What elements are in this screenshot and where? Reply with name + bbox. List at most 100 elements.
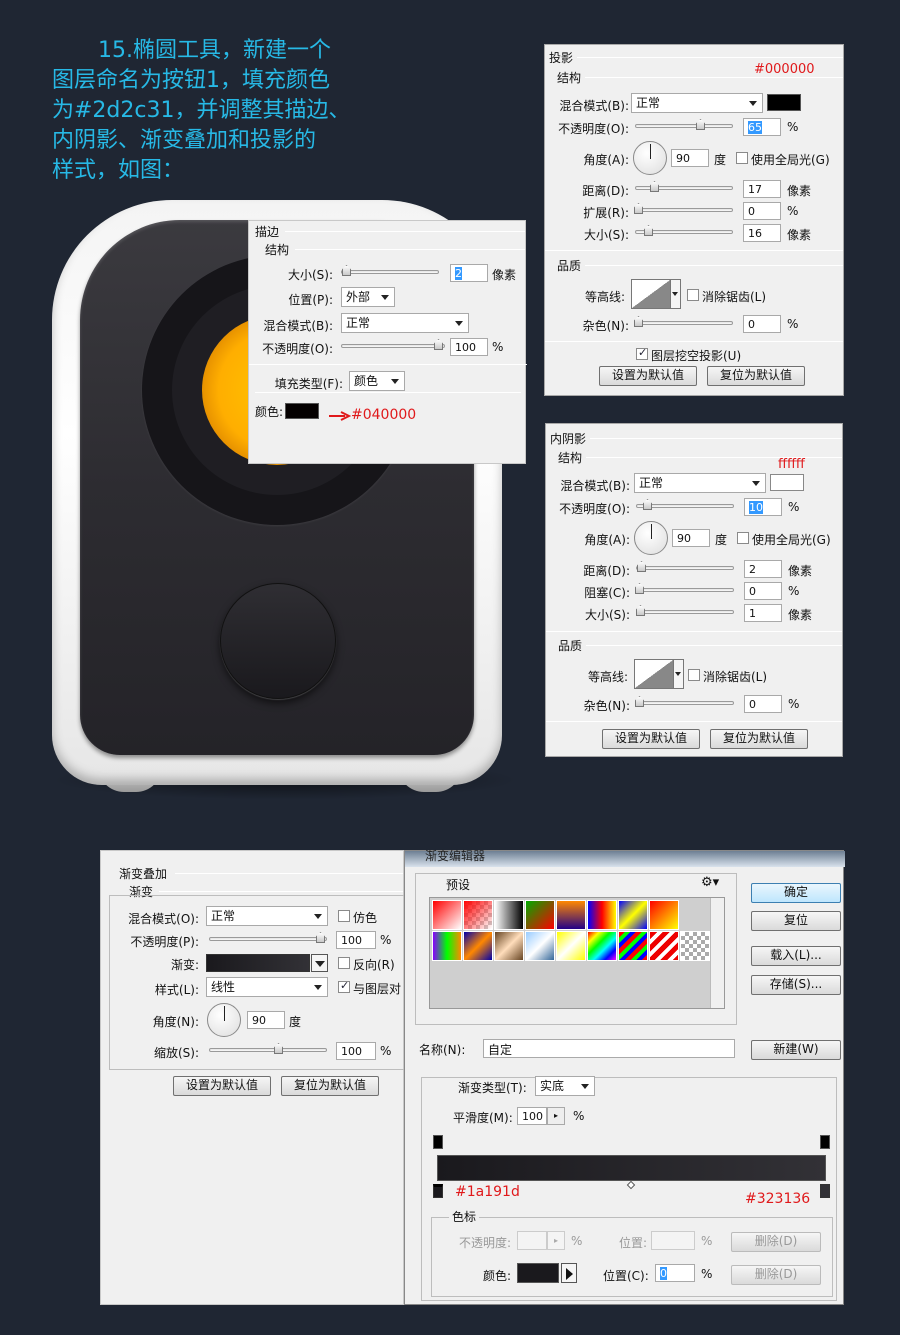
inner-shadow-noise-input[interactable]: 0 <box>744 695 782 713</box>
stroke-blend-select[interactable]: 正常 <box>341 313 469 333</box>
stop-color-location-input[interactable]: 0 <box>655 1264 695 1282</box>
inner-shadow-size-input[interactable]: 1 <box>744 604 782 622</box>
inner-shadow-global-light-checkbox[interactable] <box>737 532 749 544</box>
inner-shadow-blend-select[interactable]: 正常 <box>634 473 766 493</box>
shadow-noise-input[interactable]: 0 <box>743 315 781 333</box>
inner-shadow-size-slider[interactable] <box>636 605 734 616</box>
inner-shadow-reset-default-button[interactable]: 复位为默认值 <box>710 729 808 749</box>
slider-thumb[interactable] <box>342 265 351 276</box>
stroke-size-input[interactable]: 2 <box>450 264 488 282</box>
inner-shadow-opacity-input[interactable]: 10 <box>744 498 782 516</box>
shadow-global-light-checkbox[interactable] <box>736 152 748 164</box>
new-gradient-button[interactable]: 新建(W) <box>751 1040 841 1060</box>
slider-thumb[interactable] <box>643 499 652 510</box>
inner-shadow-distance-input[interactable]: 2 <box>744 560 782 578</box>
slider-thumb[interactable] <box>635 696 644 707</box>
gradient-type-select[interactable]: 实底 <box>535 1076 595 1096</box>
inner-shadow-noise-slider[interactable] <box>635 696 734 707</box>
shadow-color-swatch[interactable] <box>767 94 801 111</box>
shadow-distance-input[interactable]: 17 <box>743 180 781 198</box>
shadow-spread-input[interactable]: 0 <box>743 202 781 220</box>
preset-swatch[interactable] <box>494 931 524 961</box>
inner-shadow-set-default-button[interactable]: 设置为默认值 <box>602 729 700 749</box>
delete-opacity-stop-button[interactable]: 删除(D) <box>731 1232 821 1252</box>
inner-shadow-angle-dial[interactable] <box>634 521 668 555</box>
chevron-right-icon[interactable] <box>561 1263 577 1283</box>
slider-thumb[interactable] <box>650 181 659 192</box>
shadow-angle-dial[interactable] <box>633 141 667 175</box>
slider-thumb[interactable] <box>634 203 643 214</box>
shadow-size-input[interactable]: 16 <box>743 224 781 242</box>
opacity-stop-right[interactable] <box>820 1135 830 1149</box>
preset-swatch[interactable] <box>525 900 555 930</box>
preset-swatch[interactable] <box>432 931 462 961</box>
preset-swatch[interactable] <box>432 900 462 930</box>
gear-icon[interactable]: ⚙▾ <box>701 875 719 890</box>
inner-shadow-distance-slider[interactable] <box>636 561 734 572</box>
save-button[interactable]: 存储(S)... <box>751 975 841 995</box>
preset-swatch[interactable] <box>463 931 493 961</box>
stop-opacity-location-input[interactable] <box>651 1231 695 1250</box>
preset-swatch[interactable] <box>556 931 586 961</box>
shadow-antialias-checkbox[interactable] <box>687 289 699 301</box>
stroke-position-select[interactable]: 外部 <box>341 287 395 307</box>
chevron-right-icon[interactable]: ▸ <box>547 1231 565 1250</box>
stop-color-swatch[interactable] <box>517 1263 559 1283</box>
shadow-opacity-input[interactable]: 65 <box>743 118 781 136</box>
shadow-set-default-button[interactable]: 设置为默认值 <box>599 366 697 386</box>
gradient-name-input[interactable]: 自定 <box>483 1039 735 1058</box>
color-stop-left[interactable] <box>433 1184 443 1198</box>
inner-shadow-angle-input[interactable]: 90 <box>672 529 710 547</box>
preset-swatch[interactable] <box>649 931 679 961</box>
preset-swatch[interactable] <box>556 900 586 930</box>
slider-thumb[interactable] <box>696 119 705 130</box>
inner-shadow-color-swatch[interactable] <box>770 474 804 491</box>
stroke-filltype-select[interactable]: 颜色 <box>349 371 405 391</box>
gradient-bar[interactable] <box>437 1155 826 1181</box>
shadow-reset-default-button[interactable]: 复位为默认值 <box>707 366 805 386</box>
preset-swatch[interactable] <box>525 931 555 961</box>
presets-scrollbar[interactable] <box>710 898 724 1008</box>
gradient-reset-default-button[interactable]: 复位为默认值 <box>281 1076 379 1096</box>
preset-swatch[interactable] <box>649 900 679 930</box>
shadow-angle-input[interactable]: 90 <box>671 149 709 167</box>
stroke-opacity-input[interactable]: 100 <box>450 338 488 356</box>
delete-color-stop-button[interactable]: 删除(D) <box>731 1265 821 1285</box>
preset-swatch[interactable] <box>463 900 493 930</box>
color-stop-right[interactable] <box>820 1184 830 1198</box>
preset-swatch[interactable] <box>587 900 617 930</box>
load-button[interactable]: 载入(L)... <box>751 946 841 966</box>
ok-button[interactable]: 确定 <box>751 883 841 903</box>
shadow-spread-slider[interactable] <box>634 203 733 214</box>
shadow-knockout-checkbox[interactable] <box>636 346 648 360</box>
inner-shadow-contour-picker[interactable] <box>634 659 674 689</box>
slider-thumb[interactable] <box>637 561 646 572</box>
opacity-stop-left[interactable] <box>433 1135 443 1149</box>
slider-thumb[interactable] <box>434 339 443 350</box>
shadow-opacity-slider[interactable] <box>635 119 733 130</box>
stop-opacity-input[interactable] <box>517 1231 547 1250</box>
inner-shadow-choke-slider[interactable] <box>635 583 734 594</box>
inner-shadow-choke-input[interactable]: 0 <box>744 582 782 600</box>
inner-shadow-opacity-slider[interactable] <box>636 499 734 510</box>
preset-swatch[interactable] <box>680 931 710 961</box>
chevron-down-icon[interactable] <box>671 279 681 309</box>
preset-swatch[interactable] <box>618 931 648 961</box>
chevron-right-icon[interactable]: ▸ <box>547 1107 565 1125</box>
slider-thumb[interactable] <box>635 583 644 594</box>
stroke-size-slider[interactable] <box>341 265 439 276</box>
slider-thumb[interactable] <box>634 316 643 327</box>
shadow-noise-slider[interactable] <box>634 316 733 327</box>
preset-swatch[interactable] <box>618 900 648 930</box>
smoothness-input[interactable]: 100 <box>517 1107 547 1125</box>
shadow-contour-picker[interactable] <box>631 279 671 309</box>
preset-swatch[interactable] <box>494 900 524 930</box>
stroke-opacity-slider[interactable] <box>341 339 445 350</box>
stroke-color-swatch[interactable] <box>285 403 319 419</box>
reset-button[interactable]: 复位 <box>751 911 841 931</box>
shadow-size-slider[interactable] <box>635 225 733 236</box>
slider-thumb[interactable] <box>636 605 645 616</box>
inner-shadow-antialias-checkbox[interactable] <box>688 669 700 681</box>
shadow-distance-slider[interactable] <box>635 181 733 192</box>
preset-swatch[interactable] <box>587 931 617 961</box>
